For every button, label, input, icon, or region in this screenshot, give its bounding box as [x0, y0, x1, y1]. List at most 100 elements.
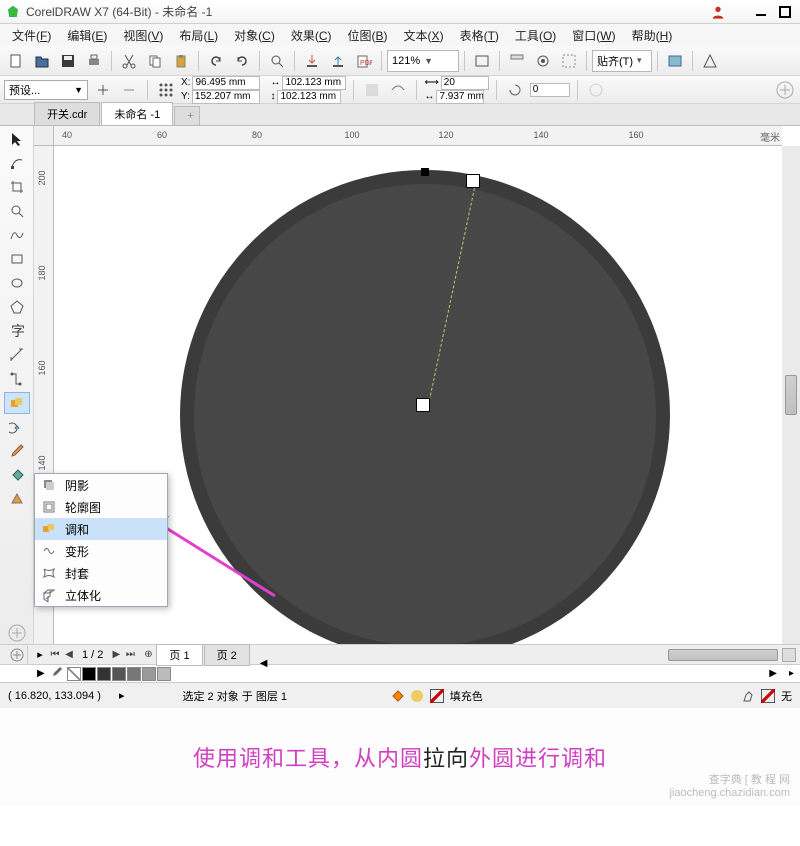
preset-add-button[interactable] — [92, 79, 114, 101]
menu-table[interactable]: 表格(T) — [452, 25, 507, 46]
menu-tools[interactable]: 工具(O) — [507, 25, 564, 46]
palette-swatch[interactable] — [82, 667, 96, 681]
options-button[interactable] — [663, 49, 687, 73]
connector-tool[interactable] — [4, 368, 30, 390]
palette-swatch[interactable] — [97, 667, 111, 681]
print-button[interactable] — [82, 49, 106, 73]
add-page-button[interactable] — [6, 646, 28, 664]
show-rulers-button[interactable] — [505, 49, 529, 73]
fullscreen-button[interactable] — [470, 49, 494, 73]
menu-effects[interactable]: 效果(C) — [283, 25, 340, 46]
horizontal-scrollbar-thumb[interactable] — [668, 649, 778, 661]
import-button[interactable] — [300, 49, 324, 73]
steps-input[interactable] — [441, 76, 489, 90]
preset-remove-button[interactable] — [118, 79, 140, 101]
doc-tab-2[interactable]: 未命名 -1 — [101, 102, 173, 125]
flyout-contour[interactable]: 轮廓图 — [35, 496, 167, 518]
height-input[interactable] — [277, 90, 341, 104]
scrollbar-thumb[interactable] — [785, 375, 797, 415]
parallel-dim-tool[interactable] — [4, 344, 30, 366]
palette-swatch[interactable] — [142, 667, 156, 681]
palette-swatch-none[interactable] — [67, 667, 81, 681]
add-page-after-button[interactable]: ⊕ — [141, 647, 155, 663]
width-input[interactable] — [282, 76, 346, 90]
new-button[interactable] — [4, 49, 28, 73]
prev-page-button[interactable]: ◀ — [62, 647, 76, 663]
polygon-tool[interactable] — [4, 296, 30, 318]
flyout-extrude[interactable]: 立体化 — [35, 584, 167, 606]
eyedropper-icon[interactable] — [48, 666, 66, 681]
menu-layout[interactable]: 布局(L) — [171, 25, 226, 46]
first-page-button[interactable]: ⏮ — [48, 647, 62, 663]
shape-tool[interactable] — [4, 152, 30, 174]
blend-loop-button[interactable] — [387, 79, 409, 101]
smart-fill-tool[interactable] — [4, 488, 30, 510]
show-guides-button[interactable] — [557, 49, 581, 73]
horizontal-ruler[interactable]: 毫米 40 60 80 100 120 140 160 — [54, 126, 782, 146]
expand-toolbox-button[interactable] — [4, 622, 30, 644]
show-grid-button[interactable] — [531, 49, 555, 73]
effects-tool[interactable] — [4, 392, 30, 414]
menu-object[interactable]: 对象(C) — [226, 25, 283, 46]
palette-more-button[interactable]: ▸ — [783, 668, 800, 679]
x-input[interactable] — [192, 76, 260, 90]
menu-view[interactable]: 视图(V) — [115, 25, 171, 46]
ruler-origin[interactable] — [34, 126, 54, 146]
maximize-button[interactable] — [776, 3, 794, 21]
menu-bitmap[interactable]: 位图(B) — [340, 25, 396, 46]
blend-start-handle[interactable] — [466, 174, 480, 188]
palette-right-button[interactable]: ▶ — [763, 668, 783, 679]
page-tab-2[interactable]: 页 2 — [204, 644, 250, 666]
blend-end-handle[interactable] — [416, 398, 430, 412]
rectangle-tool[interactable] — [4, 248, 30, 270]
flyout-shadow[interactable]: 阴影 — [35, 474, 167, 496]
blend-direct-button[interactable] — [361, 79, 383, 101]
next-page-button[interactable]: ▶ — [109, 647, 123, 663]
user-icon[interactable] — [710, 4, 726, 20]
transparency-tool[interactable] — [4, 416, 30, 438]
export-button[interactable] — [326, 49, 350, 73]
palette-left-button[interactable]: ▶ — [34, 668, 48, 679]
vertical-scrollbar[interactable] — [782, 146, 800, 644]
zoom-combo[interactable]: 121% ▼ — [387, 50, 459, 72]
redo-button[interactable] — [230, 49, 254, 73]
flyout-distort[interactable]: 变形 — [35, 540, 167, 562]
y-input[interactable] — [192, 90, 260, 104]
undo-button[interactable] — [204, 49, 228, 73]
add-button[interactable] — [774, 79, 796, 101]
horizontal-scroll-right[interactable] — [782, 648, 796, 662]
open-button[interactable] — [30, 49, 54, 73]
palette-swatch[interactable] — [112, 667, 126, 681]
add-tab-button[interactable]: + — [174, 106, 200, 125]
crop-tool[interactable] — [4, 176, 30, 198]
more-options-button[interactable] — [585, 79, 607, 101]
text-tool[interactable]: 字 — [4, 320, 30, 342]
dist-input[interactable] — [436, 90, 484, 104]
freehand-tool[interactable] — [4, 224, 30, 246]
palette-swatch[interactable] — [127, 667, 141, 681]
status-menu-icon[interactable]: ▸ — [119, 689, 125, 702]
rotation-input[interactable] — [530, 83, 570, 97]
publish-button[interactable]: PDF — [352, 49, 376, 73]
fill-tool[interactable] — [4, 464, 30, 486]
menu-help[interactable]: 帮助(H) — [624, 25, 681, 46]
menu-edit[interactable]: 编辑(E) — [59, 25, 115, 46]
snap-combo[interactable]: 贴齐(T) ▾ — [592, 50, 652, 72]
search-button[interactable] — [265, 49, 289, 73]
flyout-blend[interactable]: 调和 — [35, 518, 167, 540]
flyout-envelope[interactable]: 封套 — [35, 562, 167, 584]
menu-text[interactable]: 文本(X) — [396, 25, 452, 46]
palette-swatch[interactable] — [157, 667, 171, 681]
zoom-tool[interactable] — [4, 200, 30, 222]
preset-combo[interactable]: 预设... ▼ — [4, 80, 88, 100]
cut-button[interactable] — [117, 49, 141, 73]
menu-file[interactable]: 文件(F) — [4, 25, 59, 46]
copy-button[interactable] — [143, 49, 167, 73]
inner-circle-shape[interactable] — [194, 184, 656, 646]
save-button[interactable] — [56, 49, 80, 73]
paste-button[interactable] — [169, 49, 193, 73]
page-tab-1[interactable]: 页 1 — [156, 644, 202, 666]
launch-button[interactable] — [698, 49, 722, 73]
doc-tab-1[interactable]: 开关.cdr — [34, 102, 100, 125]
last-page-button[interactable]: ⏭ — [123, 647, 137, 663]
